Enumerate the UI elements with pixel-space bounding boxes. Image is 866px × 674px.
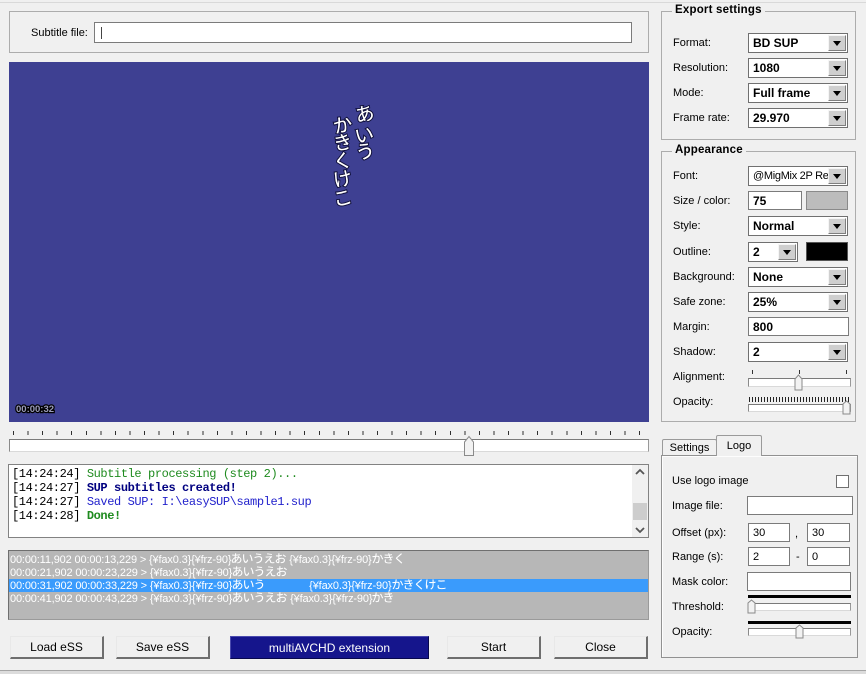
svg-text:00:00:32: 00:00:32 xyxy=(16,404,54,415)
